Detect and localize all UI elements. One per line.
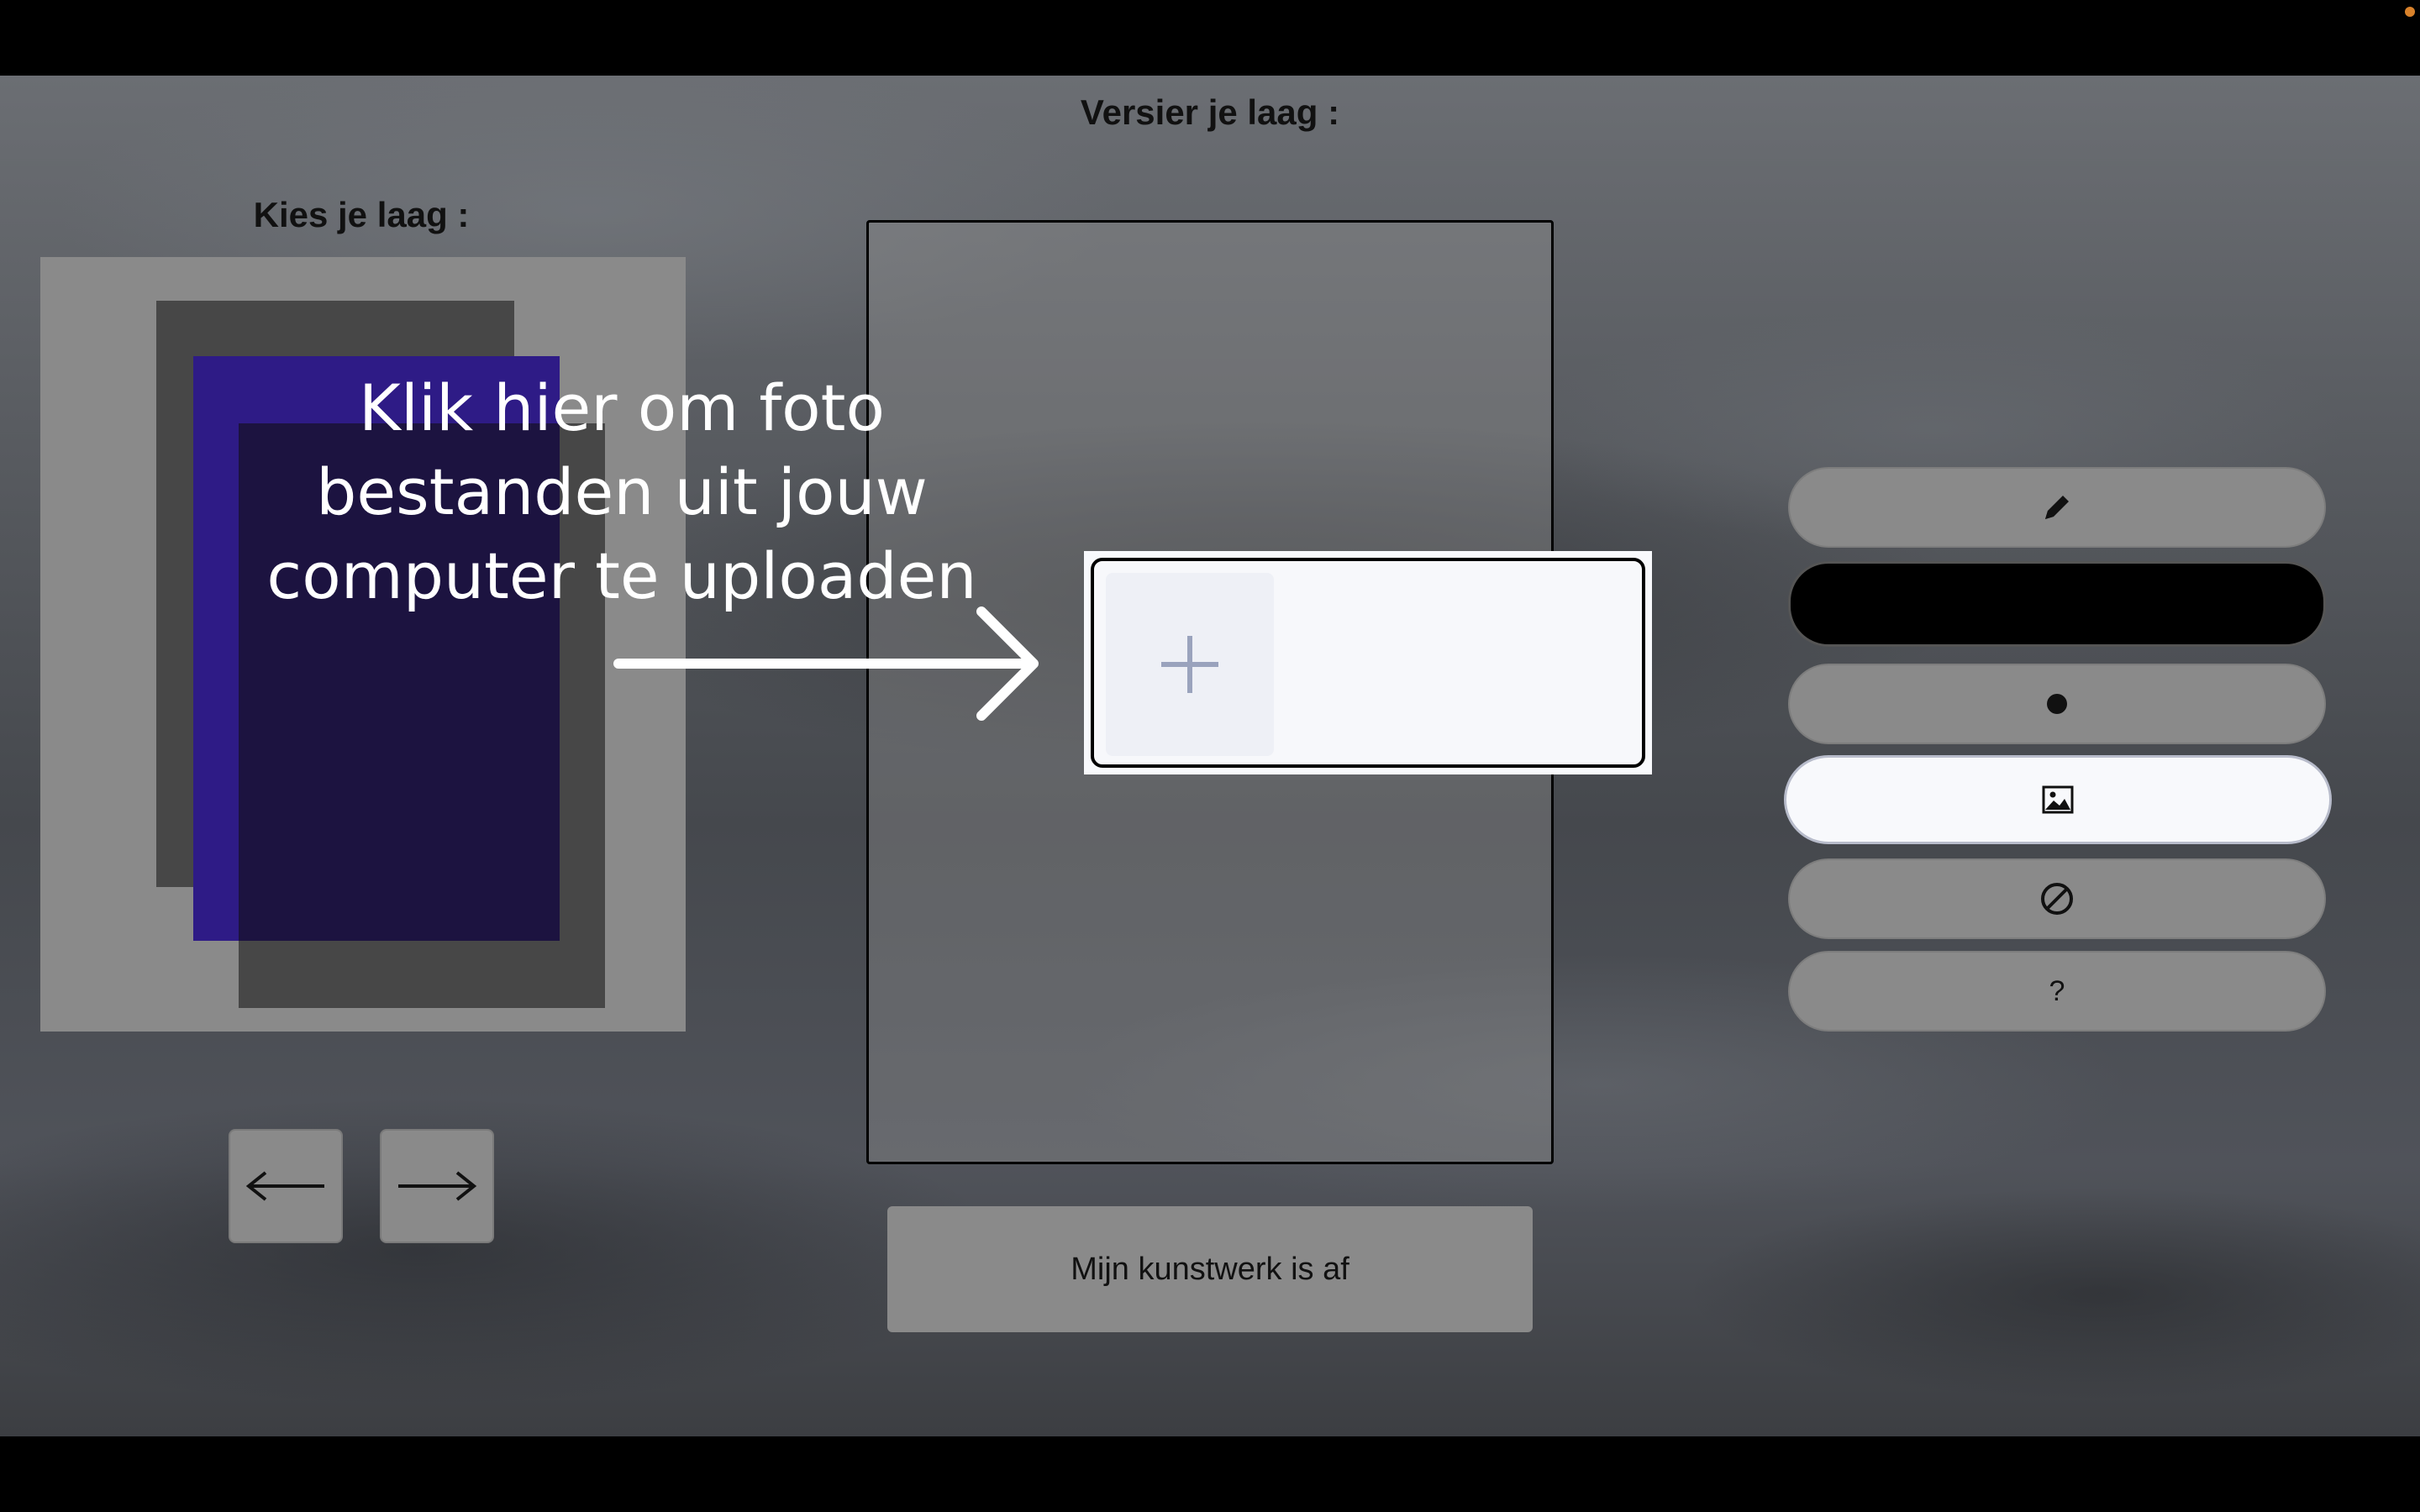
pencil-tool-button[interactable] xyxy=(1788,467,2326,548)
finish-artwork-button[interactable]: Mijn kunstwerk is af xyxy=(887,1206,1533,1332)
color-picker-button[interactable] xyxy=(1788,561,2326,647)
arrow-left-icon xyxy=(245,1171,324,1201)
help-button[interactable]: ? xyxy=(1788,951,2326,1032)
prohibited-icon xyxy=(2041,883,2073,915)
upload-dropzone[interactable] xyxy=(1091,558,1645,768)
hint-arrow-icon xyxy=(613,606,1039,721)
image-icon xyxy=(2042,785,2074,814)
dot-icon xyxy=(2047,694,2067,714)
add-image-button[interactable] xyxy=(1106,573,1274,756)
bottom-bar xyxy=(0,1436,2420,1512)
status-indicator xyxy=(2405,7,2415,17)
upload-hint-line: bestanden uit jouw xyxy=(316,454,928,529)
choose-layer-label: Kies je laag : xyxy=(253,195,470,234)
top-bar xyxy=(0,0,2420,76)
next-layer-button[interactable] xyxy=(380,1129,494,1243)
arrow-right-icon xyxy=(398,1171,477,1201)
previous-layer-button[interactable] xyxy=(229,1129,343,1243)
image-upload-dialog xyxy=(1084,551,1652,774)
clear-tool-button[interactable] xyxy=(1788,858,2326,939)
plus-icon xyxy=(1161,636,1218,693)
help-label: ? xyxy=(2049,974,2065,1007)
upload-hint: Klik hier om foto bestanden uit jouw com… xyxy=(244,366,1000,618)
brush-size-button[interactable] xyxy=(1788,664,2326,744)
image-tool-button[interactable] xyxy=(1786,758,2329,842)
decorate-layer-label: Versier je laag : xyxy=(1080,92,1340,132)
upload-hint-line: Klik hier om foto xyxy=(359,370,885,445)
pencil-icon xyxy=(2045,496,2069,519)
